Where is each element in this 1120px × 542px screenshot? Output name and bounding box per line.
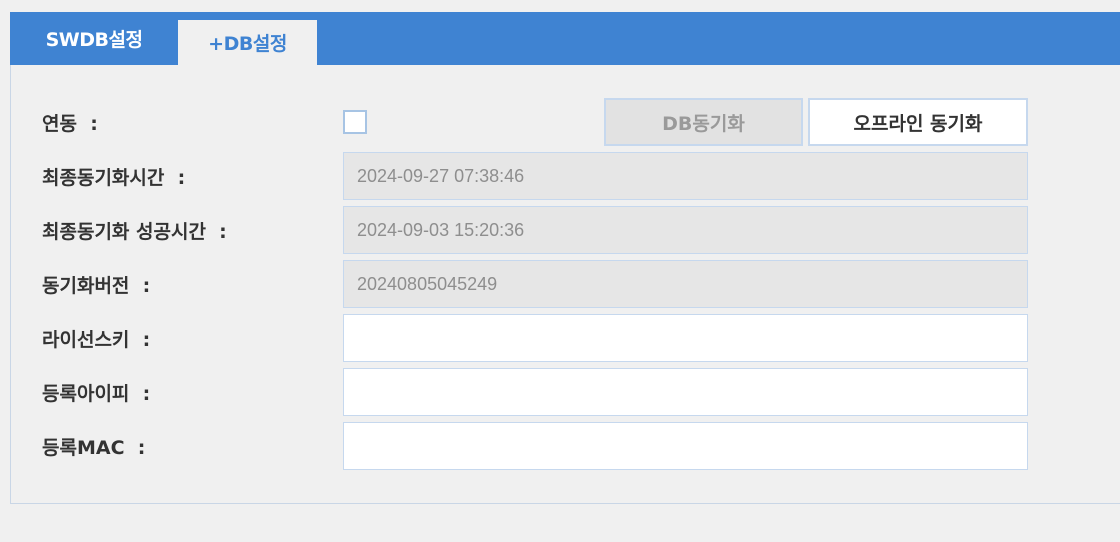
registered-ip-label: 등록아이피 : [42,382,151,405]
license-key-input[interactable] [343,314,1028,362]
link-label: 연동 : [42,112,98,135]
last-sync-time-label: 최종동기화시간 : [42,166,186,189]
tab-bar: SWDB설정 +DB설정 [10,12,1120,65]
last-sync-success-time-field: 2024-09-03 15:20:36 [343,206,1028,254]
registered-mac-label: 등록MAC : [42,436,146,459]
db-settings-panel: SWDB설정 +DB설정 연동 : DB동기화 오프라인 동기화 최종동기화시간… [10,12,1120,504]
last-sync-time-field: 2024-09-27 07:38:46 [343,152,1028,200]
db-sync-button[interactable]: DB동기화 [604,98,803,146]
registered-ip-input[interactable] [343,368,1028,416]
license-key-label: 라이선스키 : [42,328,151,351]
registered-mac-input[interactable] [343,422,1028,470]
sync-version-field: 20240805045249 [343,260,1028,308]
tab-swdb-settings[interactable]: SWDB설정 [10,12,178,65]
sync-version-label: 동기화버전 : [42,274,151,297]
offline-sync-button[interactable]: 오프라인 동기화 [808,98,1028,146]
last-sync-success-time-label: 최종동기화 성공시간 : [42,220,227,243]
link-checkbox[interactable] [343,110,367,134]
tab-db-settings[interactable]: +DB설정 [178,20,317,65]
